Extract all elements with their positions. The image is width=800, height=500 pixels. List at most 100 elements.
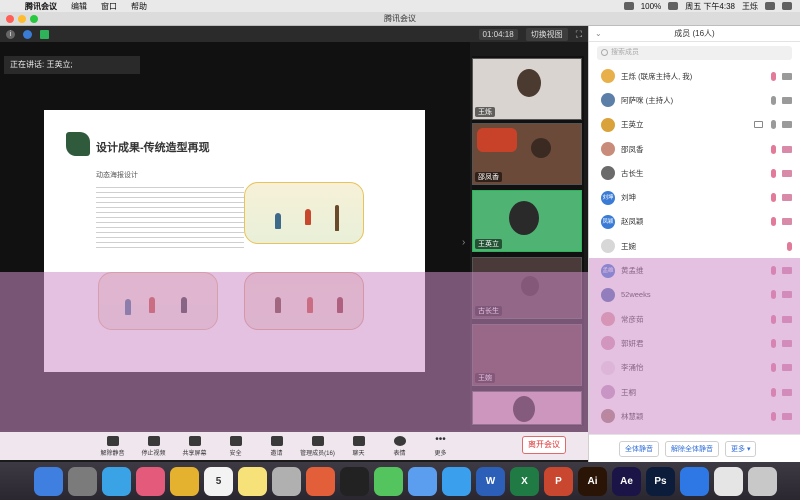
dock-app-icon[interactable] xyxy=(238,466,267,496)
leave-meeting-button[interactable]: 离开会议 xyxy=(522,436,566,454)
security-button[interactable]: 安全 xyxy=(215,435,256,457)
fullscreen-icon[interactable]: ⛶ xyxy=(576,29,582,40)
switch-view-button[interactable]: 切换视图 xyxy=(525,27,568,41)
microphone-icon[interactable] xyxy=(771,120,776,130)
manage-members-button[interactable]: 管理成员(16) xyxy=(297,435,338,457)
microphone-icon[interactable] xyxy=(771,95,776,105)
chevron-down-icon[interactable]: ⌄ xyxy=(595,26,602,42)
camera-icon[interactable] xyxy=(782,72,792,80)
member-row[interactable]: 林慧颖 xyxy=(589,404,800,428)
member-row[interactable]: 李涌怡 xyxy=(589,356,800,380)
dock-app-icon[interactable]: X xyxy=(510,466,539,496)
microphone-icon[interactable] xyxy=(771,338,776,348)
zoom-window-icon[interactable] xyxy=(30,15,38,23)
member-row[interactable]: 王英立 xyxy=(589,113,800,137)
member-row[interactable]: 邵凤香 xyxy=(589,137,800,161)
dock-app-icon[interactable] xyxy=(374,466,403,496)
menu-help[interactable]: 帮助 xyxy=(124,1,154,12)
search-input[interactable]: 搜索成员 xyxy=(597,46,792,60)
menu-app-name[interactable]: 腾讯会议 xyxy=(18,1,64,12)
clock[interactable]: 周五 下午4:38 xyxy=(685,1,735,12)
more-options-button[interactable]: 更多 ▾ xyxy=(725,440,757,457)
close-window-icon[interactable] xyxy=(6,15,14,23)
microphone-icon[interactable] xyxy=(771,144,776,154)
member-row[interactable]: 阿萨咪 (主持人) xyxy=(589,88,800,112)
microphone-icon[interactable] xyxy=(771,266,776,276)
dock-app-icon[interactable] xyxy=(714,466,743,496)
mute-all-button[interactable]: 全体静音 xyxy=(619,440,659,457)
video-tile[interactable] xyxy=(472,391,582,425)
dock-app-icon[interactable]: Ai xyxy=(578,466,607,496)
dock-app-icon[interactable]: 5 xyxy=(204,466,233,496)
microphone-icon[interactable] xyxy=(771,290,776,300)
video-tile[interactable]: 王烁 xyxy=(472,58,582,120)
member-row[interactable]: 52weeks xyxy=(589,283,800,307)
dock-app-icon[interactable]: W xyxy=(476,466,505,496)
camera-icon[interactable] xyxy=(782,291,792,299)
wifi-icon[interactable] xyxy=(623,2,634,10)
unmute-button[interactable]: 解除静音 xyxy=(92,435,133,457)
microphone-icon[interactable] xyxy=(771,168,776,178)
control-center-icon[interactable] xyxy=(782,2,792,10)
member-row[interactable]: 常彦茹 xyxy=(589,307,800,331)
menu-edit[interactable]: 编辑 xyxy=(64,1,94,12)
dock-app-icon[interactable] xyxy=(306,466,335,496)
shield-icon[interactable] xyxy=(23,29,32,39)
microphone-icon[interactable] xyxy=(771,193,776,203)
dock-app-icon[interactable]: Ae xyxy=(612,466,641,496)
microphone-icon[interactable] xyxy=(771,387,776,397)
dock-app-icon[interactable] xyxy=(442,466,471,496)
camera-icon[interactable] xyxy=(782,96,792,104)
video-tile[interactable]: 古长生 xyxy=(472,257,582,319)
stop-video-button[interactable]: 停止视频 xyxy=(133,435,174,457)
dock-app-icon[interactable]: Ps xyxy=(646,466,675,496)
dock-app-icon[interactable] xyxy=(170,466,199,496)
dock-app-icon[interactable] xyxy=(102,466,131,496)
member-row[interactable]: 王桐 xyxy=(589,380,800,404)
microphone-icon[interactable] xyxy=(771,217,776,227)
current-user[interactable]: 王烁 xyxy=(742,1,758,12)
camera-icon[interactable] xyxy=(782,364,792,372)
camera-icon[interactable] xyxy=(782,388,792,396)
chevron-right-icon[interactable]: › xyxy=(462,237,465,248)
signal-icon[interactable] xyxy=(40,29,49,39)
dock-app-icon[interactable] xyxy=(748,466,777,496)
camera-icon[interactable] xyxy=(782,169,792,177)
camera-icon[interactable] xyxy=(782,194,792,202)
video-tile[interactable]: 王婉 xyxy=(472,324,582,386)
member-row[interactable]: 凤颖 赵凤颖 xyxy=(589,210,800,234)
dock-app-icon[interactable] xyxy=(136,466,165,496)
dock-app-icon[interactable] xyxy=(68,466,97,496)
camera-icon[interactable] xyxy=(782,121,792,129)
member-row[interactable]: 孟维 黄孟维 xyxy=(589,258,800,282)
microphone-icon[interactable] xyxy=(771,411,776,421)
member-row[interactable]: 刘坤 刘坤 xyxy=(589,185,800,209)
minimize-window-icon[interactable] xyxy=(18,15,26,23)
more-button[interactable]: ••• 更多 xyxy=(420,434,461,457)
camera-icon[interactable] xyxy=(782,218,792,226)
reactions-button[interactable]: 表情 xyxy=(379,435,420,457)
dock-app-icon[interactable] xyxy=(680,466,709,496)
dock-app-icon[interactable] xyxy=(408,466,437,496)
video-tile[interactable]: 王英立 xyxy=(472,190,582,252)
unmute-all-button[interactable]: 解除全体静音 xyxy=(665,440,719,457)
video-tile[interactable]: 邵凤香 xyxy=(472,123,582,185)
camera-icon[interactable] xyxy=(782,267,792,275)
camera-icon[interactable] xyxy=(782,339,792,347)
microphone-icon[interactable] xyxy=(771,71,776,81)
microphone-icon[interactable] xyxy=(771,363,776,373)
camera-icon[interactable] xyxy=(782,412,792,420)
dock-app-icon[interactable] xyxy=(340,466,369,496)
invite-button[interactable]: 邀请 xyxy=(256,435,297,457)
member-row[interactable]: 王婉 xyxy=(589,234,800,258)
member-row[interactable]: 王烁 (联席主持人, 我) xyxy=(589,64,800,88)
camera-icon[interactable] xyxy=(782,145,792,153)
search-icon[interactable] xyxy=(765,2,775,10)
chat-button[interactable]: 聊天 xyxy=(338,435,379,457)
microphone-icon[interactable] xyxy=(771,314,776,324)
menu-window[interactable]: 窗口 xyxy=(94,1,124,12)
camera-icon[interactable] xyxy=(782,315,792,323)
member-row[interactable]: 古长生 xyxy=(589,161,800,185)
microphone-icon[interactable] xyxy=(787,241,792,251)
dock-app-icon[interactable] xyxy=(34,466,63,496)
